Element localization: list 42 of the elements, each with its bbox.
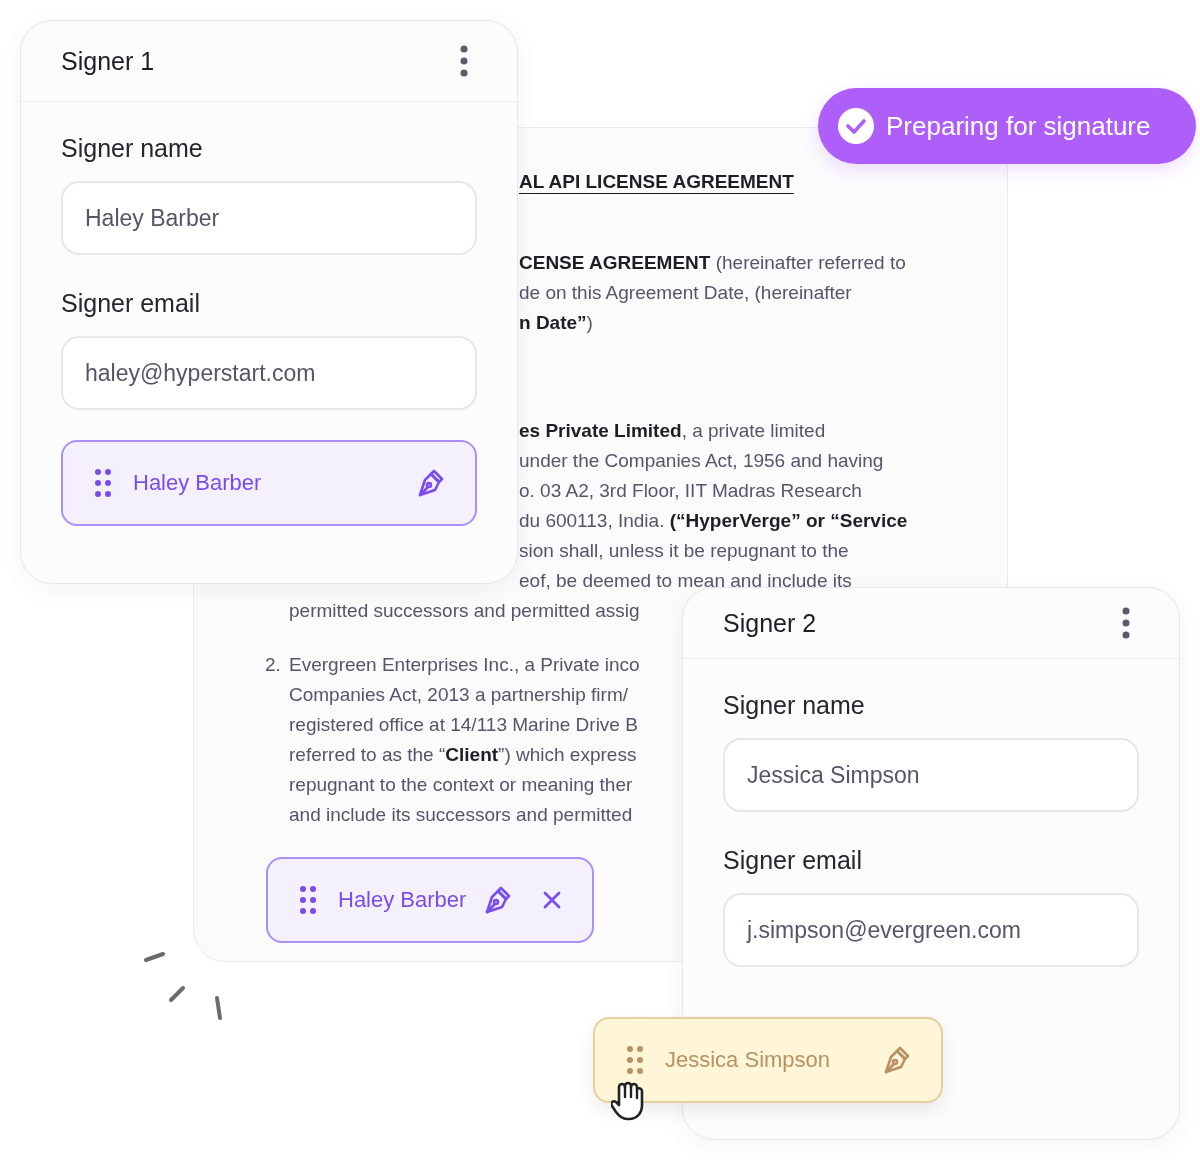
field-label: Signer name: [61, 134, 204, 163]
paragraph-line: registered office at 14/113 Marine Drive B: [289, 713, 638, 737]
field-label: Signer email: [723, 846, 863, 875]
hand-cursor-icon: [611, 1081, 645, 1121]
paragraph-line: CENSE AGREEMENT (hereinafter referred to: [519, 251, 906, 275]
drag-handle-icon[interactable]: [95, 469, 111, 497]
paragraph-line: referred to as the “Client”) which express: [289, 743, 637, 767]
paragraph-line: permitted successors and permitted assig: [289, 599, 640, 623]
paragraph-line: and include its successors and permitted: [289, 803, 633, 827]
more-options-icon[interactable]: [459, 44, 469, 78]
status-label: Preparing for signature: [886, 110, 1151, 142]
check-icon: [838, 108, 874, 144]
drag-handle-icon[interactable]: [300, 886, 316, 914]
paragraph-line: under the Companies Act, 1956 and having: [519, 449, 884, 473]
paragraph-line: eof, be deemed to mean and include its: [519, 569, 852, 593]
signature-field[interactable]: Haley Barber: [61, 440, 477, 526]
paragraph-line: es Private Limited, a private limited: [519, 419, 826, 443]
input-field[interactable]: haley@hyperstart.com: [61, 336, 477, 410]
signer-name: Haley Barber: [133, 470, 263, 496]
paragraph-line: Companies Act, 2013 a partnership firm/: [289, 683, 628, 707]
paragraph-line: sion shall, unless it be repugnant to the: [519, 539, 849, 563]
drag-handle-icon[interactable]: [627, 1046, 643, 1074]
input-field[interactable]: Haley Barber: [61, 181, 477, 255]
field-label: Signer email: [61, 289, 201, 318]
signer-name: Jessica Simpson: [665, 1047, 832, 1073]
paragraph-line: Evergreen Enterprises Inc., a Private inco: [289, 653, 640, 677]
card-title: Signer 1: [61, 46, 155, 76]
input-field[interactable]: Jessica Simpson: [723, 738, 1139, 812]
paragraph-line: o. 03 A2, 3rd Floor, IIT Madras Research: [519, 479, 862, 503]
list-number: 2.: [265, 653, 282, 677]
card-title: Signer 2: [723, 608, 817, 638]
signature-field[interactable]: Haley Barber: [266, 857, 594, 943]
close-icon[interactable]: [542, 890, 562, 910]
document-title: AL API LICENSE AGREEMENT: [519, 170, 794, 194]
paragraph-line: repugnant to the context or meaning ther: [289, 773, 633, 797]
more-options-icon[interactable]: [1121, 606, 1131, 640]
paragraph-line: n Date”): [519, 311, 593, 335]
paragraph-line: de on this Agreement Date, (hereinafter: [519, 281, 852, 305]
signer-name: Haley Barber: [338, 887, 468, 913]
input-field[interactable]: j.simpson@evergreen.com: [723, 893, 1139, 967]
field-label: Signer name: [723, 691, 866, 720]
paragraph-line: du 600113, India. (“HyperVerge” or “Service: [519, 509, 908, 533]
